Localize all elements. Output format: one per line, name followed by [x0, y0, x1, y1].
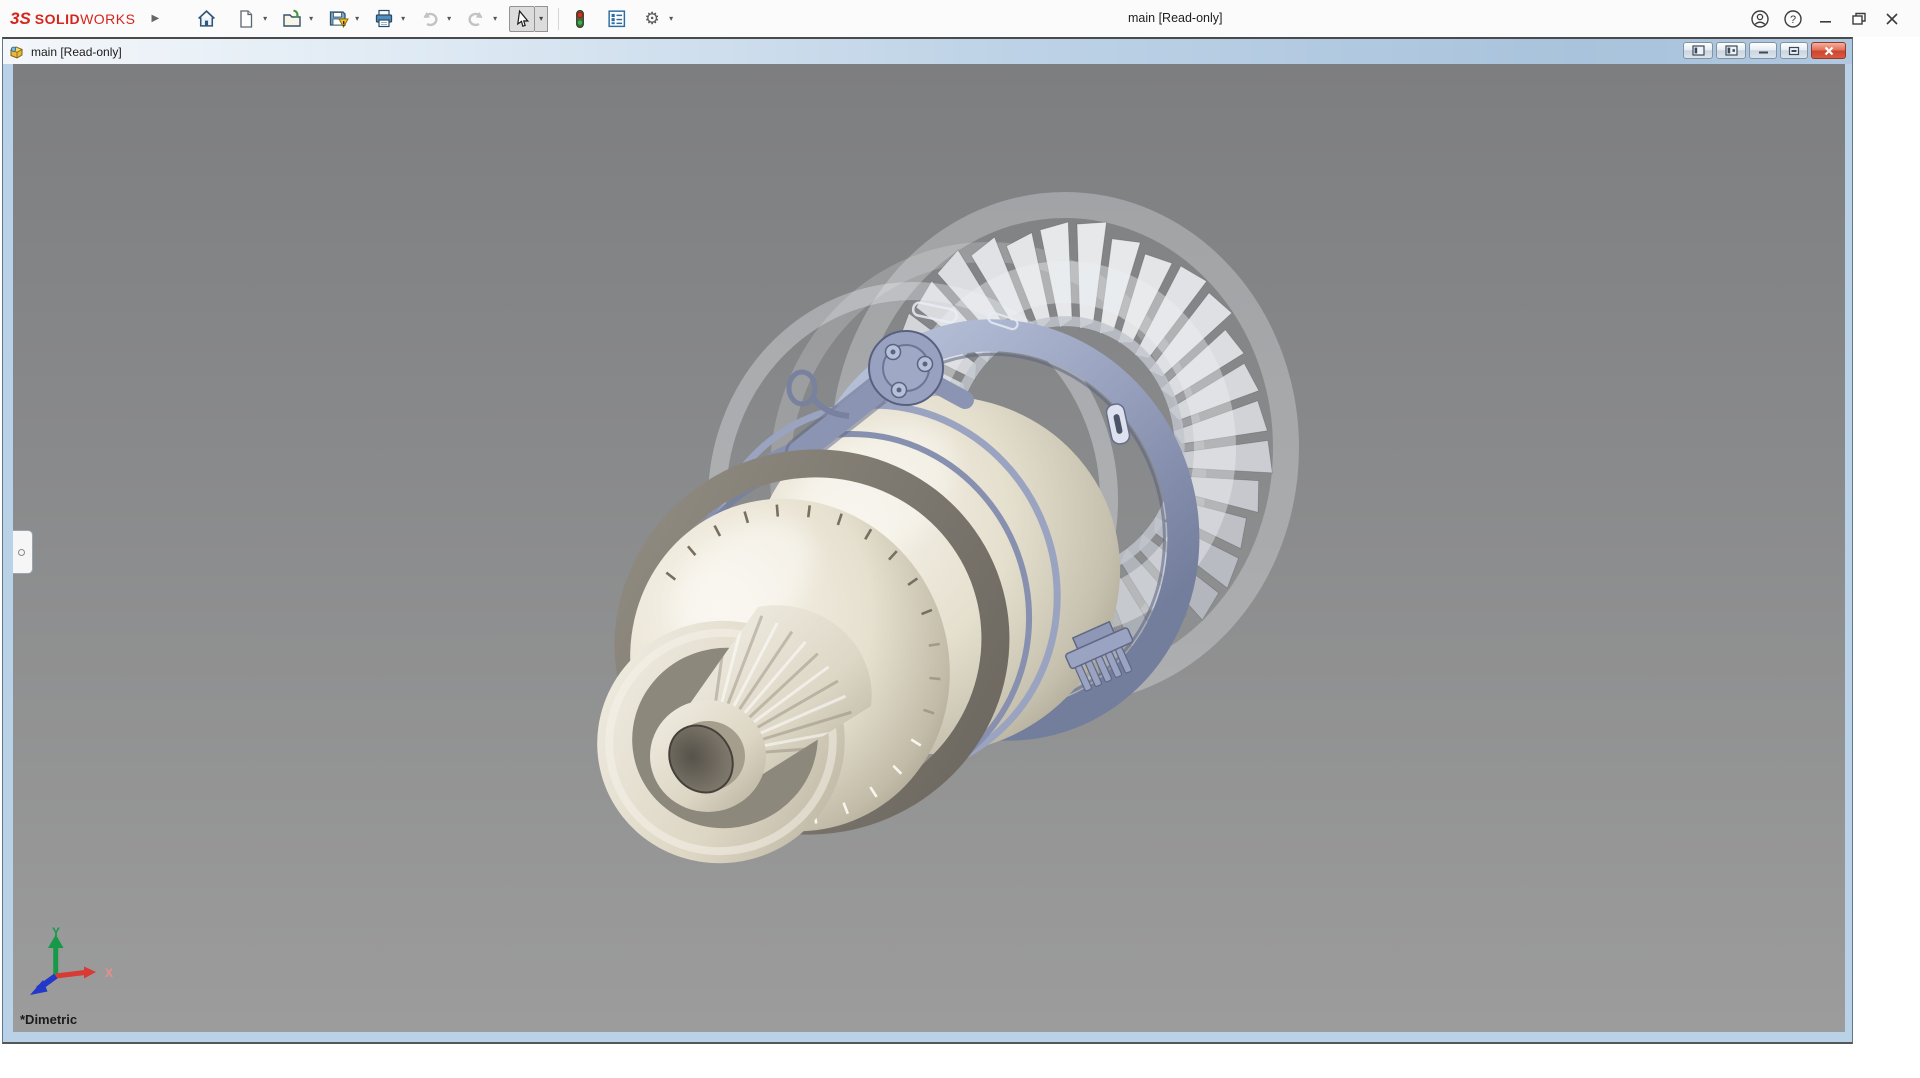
evaluate-list-button[interactable]: [603, 6, 629, 32]
close-button[interactable]: [1875, 4, 1908, 34]
settings-gear-icon: ⚙: [645, 10, 660, 27]
document-titlebar[interactable]: main [Read-only]: [3, 39, 1852, 64]
3ds-logo-glyph: 3S: [10, 9, 31, 29]
graphics-viewport[interactable]: Y X *Dimetric: [13, 64, 1845, 1032]
close-icon: [1882, 9, 1902, 29]
save-dropdown[interactable]: ▾: [351, 14, 363, 23]
new-document-dropdown[interactable]: ▾: [259, 14, 271, 23]
x-axis: [56, 973, 85, 977]
svg-text:?: ?: [1789, 14, 1795, 26]
account-button[interactable]: [1743, 4, 1776, 34]
new-document-icon: [236, 9, 256, 29]
redo-button[interactable]: [463, 6, 489, 32]
new-document-button[interactable]: [233, 6, 259, 32]
solidworks-logo: 3S SOLID WORKS: [10, 9, 135, 29]
document-window: main [Read-only]: [2, 37, 1853, 1044]
print-dropdown[interactable]: ▾: [397, 14, 409, 23]
redo-dropdown[interactable]: ▾: [489, 14, 501, 23]
document-restore-button[interactable]: [1780, 42, 1808, 59]
select-tool-dropdown[interactable]: ▾: [535, 6, 548, 32]
evaluate-list-icon: [606, 8, 627, 29]
restore-icon: [1849, 9, 1869, 29]
app-window-controls: ?: [1743, 0, 1920, 37]
redo-icon: [465, 8, 487, 30]
minimize-icon: [1816, 9, 1836, 29]
document-close-icon: [1823, 46, 1835, 56]
help-button[interactable]: ?: [1776, 4, 1809, 34]
app-titlebar: 3S SOLID WORKS ▶ ▾ ▾: [0, 0, 1920, 37]
brand-works: WORKS: [80, 11, 135, 27]
flyout-dot-icon: [18, 549, 25, 556]
save-icon: [327, 8, 349, 30]
triad-x-label: X: [105, 966, 113, 980]
undo-button[interactable]: [417, 6, 443, 32]
help-icon: ?: [1783, 9, 1803, 29]
y-axis: [53, 946, 58, 976]
select-tool-button[interactable]: [509, 6, 535, 32]
settings-button[interactable]: ⚙: [639, 6, 665, 32]
orientation-triad: Y X: [19, 922, 123, 1010]
traffic-light-icon: [570, 9, 590, 29]
document-title: main [Read-only]: [31, 45, 122, 59]
document-window-controls: [1683, 42, 1846, 59]
right-pane-icon: [1725, 45, 1738, 56]
save-button[interactable]: [325, 6, 351, 32]
jet-engine-model: [13, 64, 1845, 1032]
toolbar-separator: [558, 8, 559, 30]
restore-button[interactable]: [1842, 4, 1875, 34]
document-minimize-button[interactable]: [1749, 42, 1777, 59]
app-title: main [Read-only]: [1128, 11, 1223, 25]
document-close-button[interactable]: [1811, 42, 1846, 59]
open-dropdown[interactable]: ▾: [305, 14, 317, 23]
feature-tree-flyout-tab[interactable]: [13, 530, 33, 574]
toggle-right-pane-button[interactable]: [1716, 42, 1746, 59]
brand-solid: SOLID: [35, 11, 80, 27]
open-folder-icon: [281, 8, 303, 30]
print-icon: [373, 8, 395, 30]
home-button[interactable]: [193, 6, 219, 32]
traffic-light-button[interactable]: [567, 6, 593, 32]
quick-access-toolbar: ▾ ▾ ▾: [193, 6, 685, 32]
assembly-document-icon: [8, 44, 25, 60]
settings-dropdown[interactable]: ▾: [665, 14, 677, 23]
document-restore-icon: [1788, 46, 1800, 56]
select-arrow-icon: [512, 9, 532, 29]
account-icon: [1750, 9, 1770, 29]
menu-expand-arrow[interactable]: ▶: [151, 13, 159, 24]
toggle-left-pane-button[interactable]: [1683, 42, 1713, 59]
undo-icon: [419, 8, 441, 30]
undo-dropdown[interactable]: ▾: [443, 14, 455, 23]
home-icon: [196, 8, 217, 29]
print-button[interactable]: [371, 6, 397, 32]
document-minimize-icon: [1758, 46, 1769, 55]
open-button[interactable]: [279, 6, 305, 32]
minimize-button[interactable]: [1809, 4, 1842, 34]
view-orientation-label: *Dimetric: [20, 1012, 77, 1027]
left-pane-icon: [1692, 45, 1705, 56]
